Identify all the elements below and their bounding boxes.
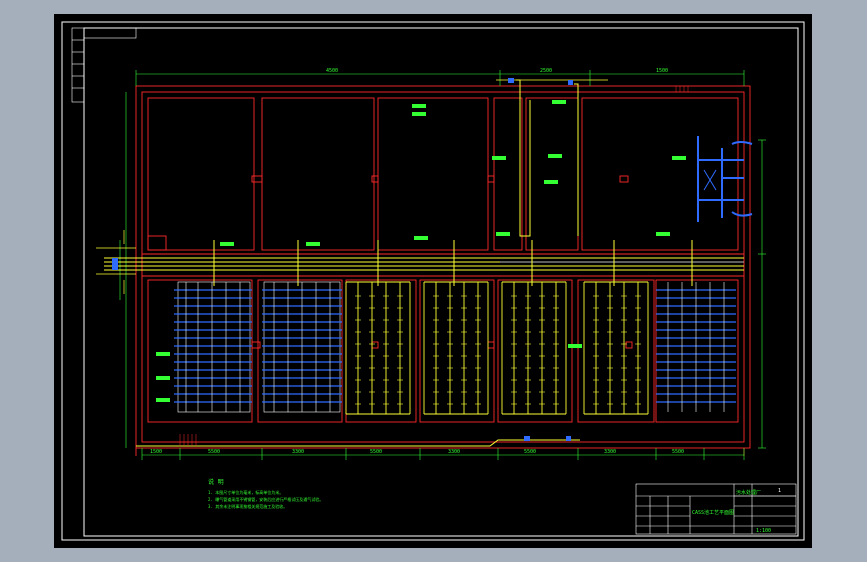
aeration-lines-right — [656, 282, 736, 412]
drawing-scale: 1:100 — [756, 528, 771, 534]
drawing-title: CASS池工艺平面图 — [692, 509, 734, 516]
drawing-canvas — [54, 14, 812, 548]
dim-bottom-2: 5500 — [208, 449, 220, 455]
dim-bottom-3: 3300 — [292, 449, 304, 455]
callout-tag — [568, 344, 582, 348]
dim-bottom-6: 5500 — [524, 449, 536, 455]
callout-tag — [544, 180, 558, 184]
callout-tag — [156, 376, 170, 380]
note-1: 1. 本图尺寸单位为毫米，标高单位为米。 — [208, 489, 283, 495]
dim-bottom-5: 3300 — [448, 449, 460, 455]
callout-tag — [552, 100, 566, 104]
callout-tag — [414, 236, 428, 240]
cad-drawing-viewport: 4500 2500 1500 1500 5500 3300 5500 3300 … — [54, 14, 812, 548]
dim-top-mid: 2500 — [540, 68, 552, 74]
project-name: 污水处理厂 — [736, 489, 761, 496]
callout-tag — [306, 242, 320, 246]
callout-tag — [156, 398, 170, 402]
callout-tag — [656, 232, 670, 236]
dim-bottom-7: 3300 — [604, 449, 616, 455]
callout-tag — [220, 242, 234, 246]
dim-bottom-8: 5500 — [672, 449, 684, 455]
callout-tag — [412, 112, 426, 116]
callout-tag — [412, 104, 426, 108]
notes-heading: 说 明 — [208, 478, 224, 486]
callout-tag — [156, 352, 170, 356]
note-2: 2. 曝气管道采用不锈钢管，安装后应进行严格试压及通气试验。 — [208, 496, 323, 502]
dim-top-total: 4500 — [326, 68, 338, 74]
dim-top-right: 1500 — [656, 68, 668, 74]
dim-bottom-4: 5500 — [370, 449, 382, 455]
sheet-number: 1 — [778, 488, 781, 494]
callout-tag — [548, 154, 562, 158]
dim-bottom-1: 1500 — [150, 449, 162, 455]
note-3: 3. 其余未注明事项按相关规范施工及验收。 — [208, 503, 287, 509]
callout-tag — [496, 232, 510, 236]
callout-tag — [492, 156, 506, 160]
callout-tag — [672, 156, 686, 160]
